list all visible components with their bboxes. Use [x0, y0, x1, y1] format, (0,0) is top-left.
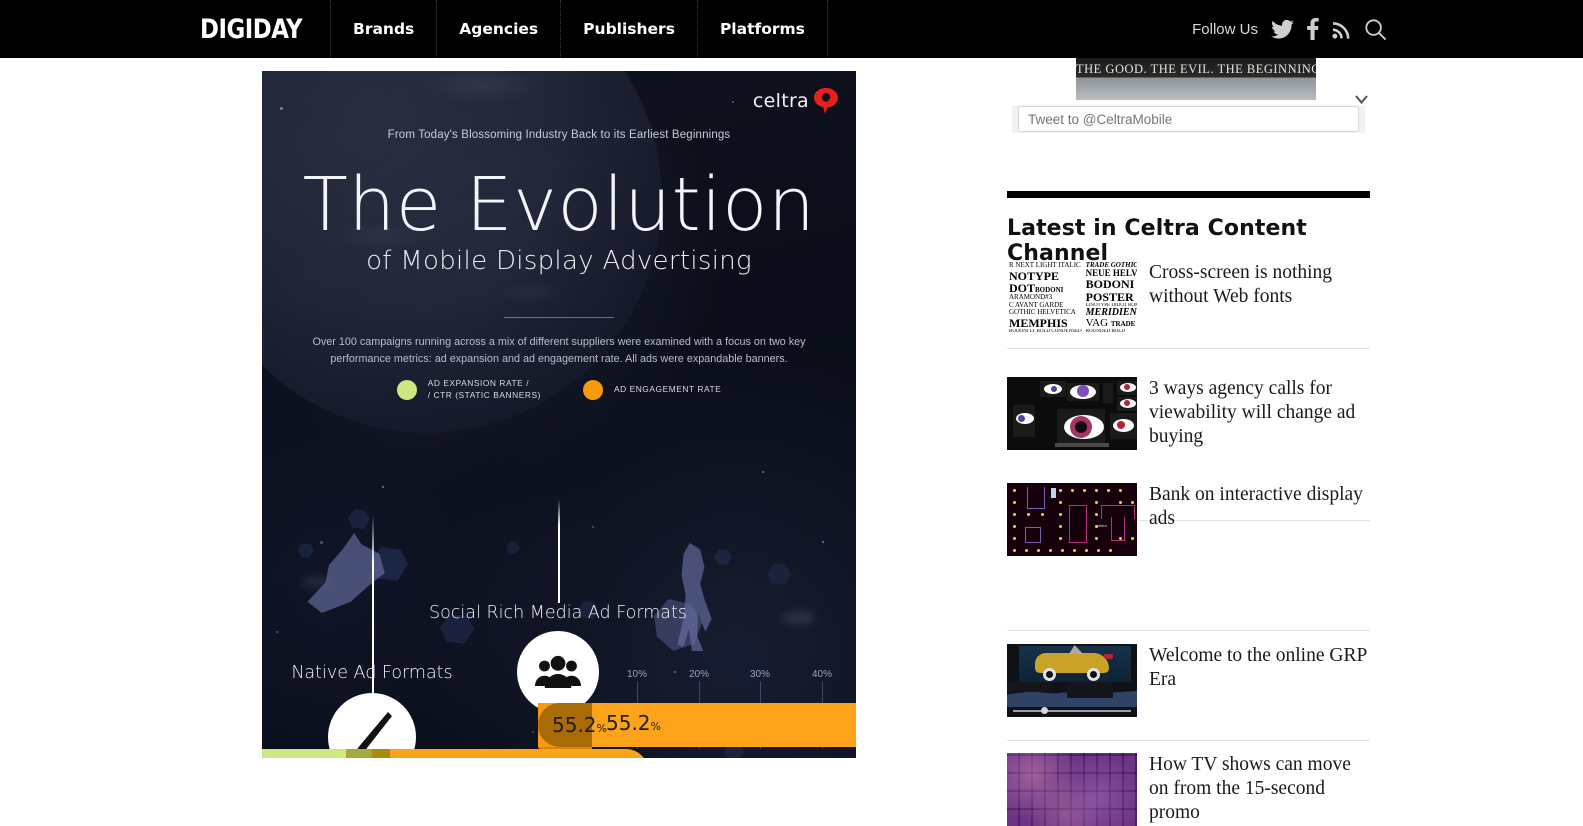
category-label-social: Social Rich Media Ad Formats: [429, 603, 687, 623]
legend-color-swatch-orange: [582, 379, 603, 400]
infographic-subtitle: of Mobile Display Advertising: [366, 246, 752, 276]
facebook-icon[interactable]: [1307, 18, 1319, 40]
list-separator: [1007, 740, 1370, 741]
nav-item-publishers[interactable]: Publishers: [561, 0, 698, 58]
infographic-description: Over 100 campaigns running across a mix …: [312, 336, 806, 365]
list-item[interactable]: Welcome to the online GRP Era: [1007, 644, 1370, 717]
rss-icon[interactable]: [1332, 20, 1351, 39]
tweet-compose-bar[interactable]: [1012, 105, 1365, 133]
legend-color-swatch-green: [396, 379, 417, 400]
font-specimen-thumbnail: R NEXT LIGHT ITALIC NOTYPE DOTBODONI ARA…: [1007, 261, 1137, 334]
axis-tick-upper-10: 10%: [626, 669, 648, 680]
twitter-icon[interactable]: [1271, 19, 1294, 39]
bar-value-number: 55.2: [552, 713, 597, 737]
axis-tick-upper-20: 20%: [688, 669, 710, 680]
infographic-image[interactable]: celtra From Today's Blossoming Industry …: [262, 71, 856, 758]
nav-item-brands[interactable]: Brands: [330, 0, 438, 58]
people-icon: [535, 655, 581, 688]
bar-value-number-social: 55.2: [606, 711, 651, 735]
follow-us-label: Follow Us: [1192, 20, 1258, 38]
article-title[interactable]: How TV shows can move on from the 15-sec…: [1149, 753, 1370, 825]
infographic-kicker: From Today's Blossoming Industry Back to…: [387, 129, 731, 141]
list-separator: [1007, 630, 1370, 631]
celtra-logo: celtra: [753, 88, 838, 114]
connector-line-social: [558, 499, 560, 603]
category-label-native: Native Ad Formats: [291, 663, 453, 683]
article-title[interactable]: Cross-screen is nothing without Web font…: [1149, 261, 1370, 309]
right-sidebar: THE GOOD. THE EVIL. THE BEGINNING. Lates…: [1005, 58, 1372, 826]
article-title[interactable]: Welcome to the online GRP Era: [1149, 644, 1370, 692]
twitter-timeline-widget[interactable]: THE GOOD. THE EVIL. THE BEGINNING.: [1005, 58, 1372, 136]
eyes-grid-thumbnail: [1007, 377, 1137, 450]
channel-heading-rule: [1007, 191, 1370, 198]
twitter-scroll-down[interactable]: [1350, 58, 1372, 108]
digiday-logo[interactable]: DIGIDAY: [200, 0, 303, 58]
article-title[interactable]: 3 ways agency calls for viewability will…: [1149, 377, 1370, 449]
chevron-down-icon: [1354, 95, 1368, 104]
legend-item-expansion-rate: AD EXPANSION RATE / / CTR (STATIC BANNER…: [396, 378, 541, 402]
bar-value-unit-social: %: [650, 720, 661, 733]
thumb-text-col: R NEXT LIGHT ITALIC NOTYPE DOTBODONI ARA…: [1009, 262, 1082, 334]
legend-label-engagement: AD ENGAGEMENT RATE: [613, 383, 722, 394]
infographic-title: The Evolution: [302, 162, 816, 248]
follow-us-group: Follow Us: [1192, 0, 1387, 58]
tweet-media-card[interactable]: THE GOOD. THE EVIL. THE BEGINNING.: [1076, 58, 1316, 100]
legend-item-engagement-rate: AD ENGAGEMENT RATE: [582, 379, 722, 400]
primary-navigation: Brands Agencies Publishers Platforms: [330, 0, 828, 58]
article-title[interactable]: Bank on interactive display ads: [1149, 483, 1370, 531]
bar-value-social-overlay: 55.2%: [592, 711, 661, 735]
tweet-media-title: THE GOOD. THE EVIL. THE BEGINNING.: [1076, 62, 1316, 76]
bar-chart: 10% 20% 30% 40% 0.50% 10% 20% 30% 40% So…: [262, 431, 856, 758]
list-item[interactable]: celtra Bank on interactive display ads: [1007, 483, 1370, 556]
legend-label-line2: / CTR (STATIC BANNERS): [427, 389, 541, 400]
celtra-logo-mark: [814, 88, 838, 114]
poster-grid-thumbnail: [1007, 753, 1137, 826]
chart-legend: AD EXPANSION RATE / / CTR (STATIC BANNER…: [262, 378, 856, 402]
list-separator: [1007, 348, 1370, 349]
axis-tick-upper-40: 40%: [811, 669, 833, 680]
channel-heading: Latest in Celtra Content Channel: [1007, 216, 1307, 266]
legend-label-expansion: AD EXPANSION RATE / / CTR (STATIC BANNER…: [428, 378, 541, 402]
nav-item-platforms[interactable]: Platforms: [698, 0, 828, 58]
thumb-text-col: TRADE GOTHIC NE NEUE HELVETIC BODONI POS…: [1085, 262, 1137, 334]
list-item[interactable]: 3 ways agency calls for viewability will…: [1007, 377, 1370, 450]
tweet-compose-input[interactable]: [1018, 106, 1359, 132]
axis-tick-upper-30: 30%: [749, 669, 771, 680]
celtra-logo-text: celtra: [752, 90, 809, 112]
legend-label-line1: AD EXPANSION RATE /: [427, 378, 530, 388]
list-item[interactable]: How TV shows can move on from the 15-sec…: [1007, 753, 1370, 826]
infographic-divider: [504, 317, 614, 318]
nav-item-agencies[interactable]: Agencies: [437, 0, 562, 58]
dot-grid-thumbnail: celtra: [1007, 483, 1137, 556]
social-node-icon-circle: [517, 631, 599, 713]
car-video-thumbnail: [1007, 644, 1137, 717]
list-item[interactable]: R NEXT LIGHT ITALIC NOTYPE DOTBODONI ARA…: [1007, 261, 1370, 334]
search-icon[interactable]: [1364, 18, 1387, 41]
site-header: DIGIDAY Brands Agencies Publishers Platf…: [0, 0, 1583, 58]
